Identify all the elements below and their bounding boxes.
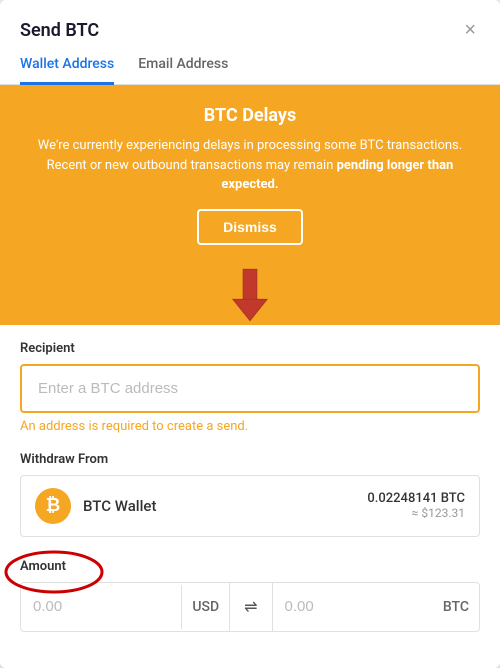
tab-email-address[interactable]: Email Address xyxy=(138,56,228,85)
tabs-container: Wallet Address Email Address xyxy=(0,44,500,85)
arrow-down-icon xyxy=(220,265,280,325)
amount-usd-input[interactable] xyxy=(21,584,181,629)
tab-wallet-address[interactable]: Wallet Address xyxy=(20,56,114,85)
swap-button[interactable]: ⇌ xyxy=(229,583,272,631)
btc-delay-banner: BTC Delays We're currently experiencing … xyxy=(0,85,500,265)
btc-currency-label: BTC xyxy=(433,585,479,629)
wallet-row[interactable]: ₿ BTC Wallet 0.02248141 BTC ≈ $123.31 xyxy=(20,475,480,537)
wallet-name: BTC Wallet xyxy=(83,497,367,515)
wallet-balance-usd: ≈ $123.31 xyxy=(367,506,465,520)
usd-currency-label: USD xyxy=(181,585,229,629)
wallet-balance: 0.02248141 BTC ≈ $123.31 xyxy=(367,491,465,520)
arrow-section xyxy=(0,265,500,325)
recipient-input[interactable] xyxy=(20,364,480,413)
send-btc-modal: Send BTC × Wallet Address Email Address … xyxy=(0,0,500,668)
modal-title: Send BTC xyxy=(20,20,99,41)
amount-btc-input[interactable] xyxy=(273,584,433,629)
banner-title: BTC Delays xyxy=(24,105,476,126)
amount-label: Amount xyxy=(20,559,66,574)
btc-icon: ₿ xyxy=(35,488,71,524)
modal-body: Recipient An address is required to crea… xyxy=(0,325,500,668)
banner-text: We're currently experiencing delays in p… xyxy=(24,136,476,195)
modal-header: Send BTC × xyxy=(0,0,500,44)
recipient-label: Recipient xyxy=(20,341,480,356)
withdraw-from-label: Withdraw From xyxy=(20,452,480,467)
dismiss-button[interactable]: Dismiss xyxy=(197,209,303,245)
amount-section: Amount USD ⇌ BTC xyxy=(20,555,480,632)
close-button[interactable]: × xyxy=(460,16,480,44)
wallet-balance-btc: 0.02248141 BTC xyxy=(367,491,465,506)
recipient-error: An address is required to create a send. xyxy=(20,419,480,434)
amount-row: USD ⇌ BTC xyxy=(20,582,480,632)
amount-label-wrapper: Amount xyxy=(20,559,66,574)
